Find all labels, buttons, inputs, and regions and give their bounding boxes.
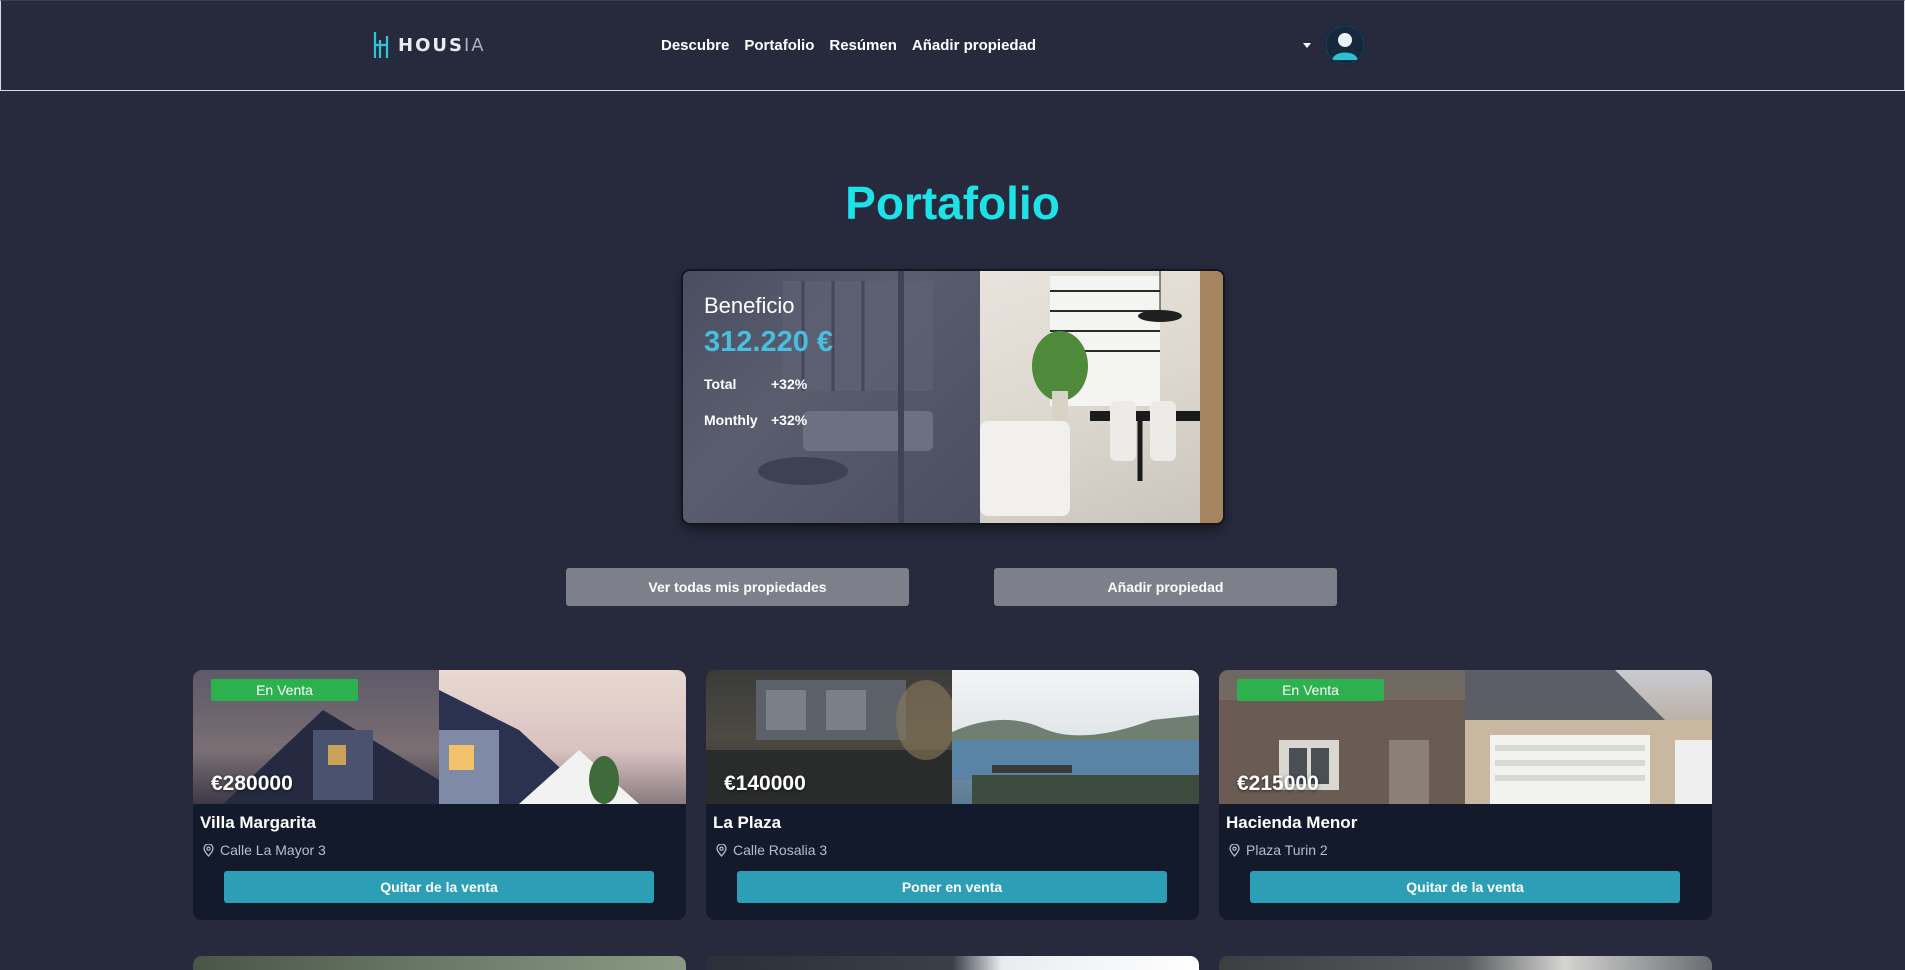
property-image: En Venta €215000 bbox=[1219, 670, 1712, 804]
property-card[interactable]: En Venta €215000 Hacienda Menor Plaza Tu… bbox=[1219, 670, 1712, 920]
top-navbar: HOUSIA Descubre Portafolio Resúmen Añadi… bbox=[0, 0, 1905, 91]
housia-logo[interactable]: HOUSIA bbox=[372, 30, 486, 60]
location-pin-icon bbox=[1229, 844, 1240, 857]
property-card-peek[interactable] bbox=[193, 956, 686, 970]
logo-main: HOUS bbox=[398, 34, 464, 56]
logo-text: HOUSIA bbox=[398, 35, 486, 56]
nav-link-anadir-propiedad[interactable]: Añadir propiedad bbox=[912, 37, 1036, 54]
stats-row-value: +32% bbox=[771, 376, 808, 392]
property-card-peek[interactable] bbox=[706, 956, 1199, 970]
stats-label: Beneficio bbox=[704, 293, 795, 318]
property-name: Hacienda Menor bbox=[1226, 813, 1358, 832]
put-on-sale-button[interactable]: Poner en venta bbox=[737, 871, 1167, 903]
nav-link-portafolio[interactable]: Portafolio bbox=[744, 37, 814, 54]
for-sale-badge: En Venta bbox=[211, 679, 358, 701]
view-all-properties-button[interactable]: Ver todas mis propiedades bbox=[566, 568, 909, 606]
profit-summary-card: Beneficio 312.220 € Total +32% Monthly +32… bbox=[683, 271, 1223, 523]
remove-from-sale-button[interactable]: Quitar de la venta bbox=[1250, 871, 1680, 903]
add-property-button[interactable]: Añadir propiedad bbox=[994, 568, 1337, 606]
nav-links: Descubre Portafolio Resúmen Añadir propi… bbox=[661, 37, 1036, 54]
property-card-peek[interactable] bbox=[1219, 956, 1712, 970]
property-price: €215000 bbox=[1237, 772, 1319, 795]
nav-link-descubre[interactable]: Descubre bbox=[661, 37, 729, 54]
stats-row-monthly: Monthly +32% bbox=[704, 412, 807, 428]
stats-row-total: Total +32% bbox=[704, 376, 807, 392]
remove-from-sale-button[interactable]: Quitar de la venta bbox=[224, 871, 654, 903]
stats-value: 312.220 € bbox=[704, 326, 834, 358]
property-price: €140000 bbox=[724, 772, 806, 795]
property-name: Villa Margarita bbox=[200, 813, 316, 832]
property-card[interactable]: En Venta €280000 Villa Margarita Calle L… bbox=[193, 670, 686, 920]
nav-link-resumen[interactable]: Resúmen bbox=[829, 37, 897, 54]
property-price: €280000 bbox=[211, 772, 293, 795]
stats-card-image-dim: Beneficio 312.220 € Total +32% Monthly +32… bbox=[683, 271, 980, 523]
logo-icon bbox=[372, 30, 392, 60]
property-name: La Plaza bbox=[713, 813, 782, 832]
for-sale-badge: En Venta bbox=[1237, 679, 1384, 701]
user-avatar-icon[interactable] bbox=[1324, 24, 1366, 66]
chevron-down-icon[interactable] bbox=[1303, 43, 1311, 48]
property-address: Calle La Mayor 3 bbox=[220, 842, 326, 858]
page-title: Portafolio bbox=[845, 177, 1060, 229]
logo-suffix: IA bbox=[463, 34, 486, 56]
stats-row-key: Monthly bbox=[704, 412, 758, 428]
property-image: En Venta €280000 bbox=[193, 670, 686, 804]
stats-card-image bbox=[980, 271, 1223, 523]
property-image: €140000 bbox=[706, 670, 1199, 804]
stats-row-value: +32% bbox=[771, 412, 808, 428]
property-address: Plaza Turin 2 bbox=[1246, 842, 1328, 858]
location-pin-icon bbox=[716, 844, 727, 857]
property-card[interactable]: €140000 La Plaza Calle Rosalia 3 Poner e… bbox=[706, 670, 1199, 920]
stats-row-key: Total bbox=[704, 376, 737, 392]
location-pin-icon bbox=[203, 844, 214, 857]
property-address: Calle Rosalia 3 bbox=[733, 842, 828, 858]
